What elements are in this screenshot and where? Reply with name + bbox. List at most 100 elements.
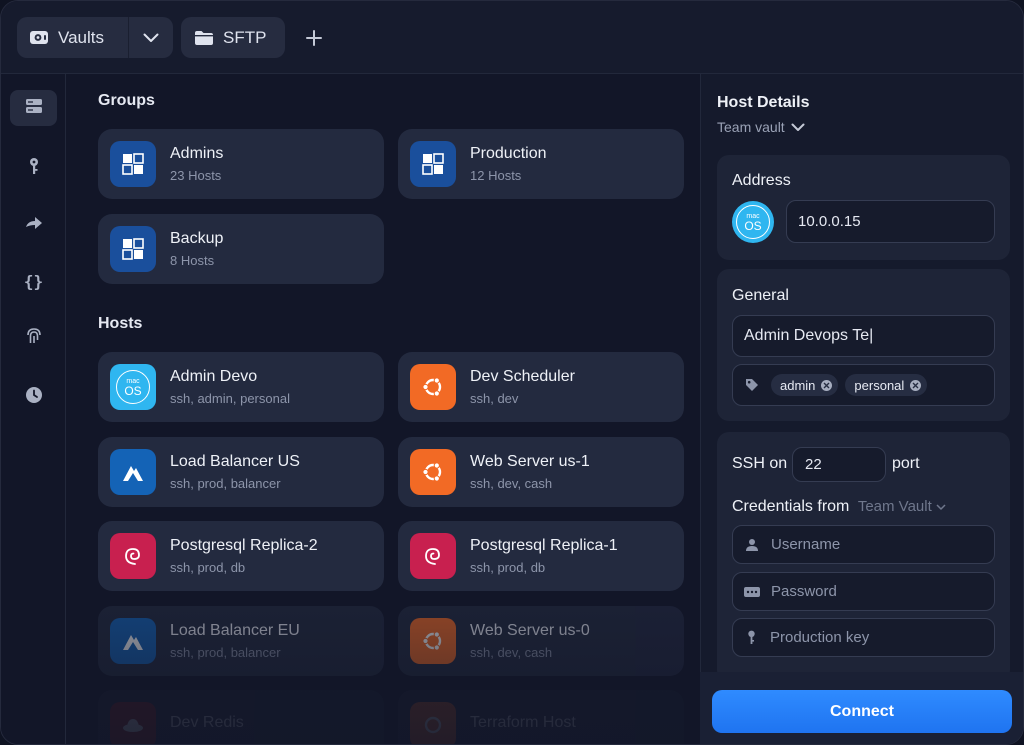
host-name: Load Balancer EU (170, 622, 300, 639)
port-input[interactable]: 22 (792, 447, 886, 482)
group-card[interactable]: Production 12 Hosts (398, 129, 684, 199)
host-card[interactable]: Dev Redis (98, 690, 384, 744)
password-input[interactable]: Password (732, 572, 995, 611)
host-card[interactable]: Dev Scheduler ssh, dev (398, 352, 684, 422)
tag-chip-label: admin (780, 377, 816, 393)
host-tags: ssh, admin, personal (170, 391, 290, 406)
host-name: Web Server us-1 (470, 453, 590, 470)
macos-icon: mac OS (110, 364, 156, 410)
key-input[interactable]: Production key (732, 618, 995, 657)
ubuntu-icon (410, 449, 456, 495)
group-count: 12 Hosts (470, 168, 522, 183)
alpine-icon (110, 618, 156, 664)
host-name: Postgresql Replica-1 (470, 537, 618, 554)
hosts-icon (25, 98, 43, 119)
vault-select[interactable]: Team vault (717, 119, 805, 135)
host-name: Terraform Host (470, 713, 576, 731)
label-value: Admin Devops Te| (744, 327, 874, 344)
group-icon (110, 141, 156, 187)
alpine-icon (110, 449, 156, 495)
port-forward-icon (25, 216, 43, 235)
user-icon (745, 538, 759, 552)
rail-known-hosts[interactable] (10, 320, 57, 356)
chevron-down-icon[interactable] (129, 17, 173, 58)
sftp-label: SFTP (223, 27, 267, 47)
host-tags: ssh, prod, balancer (170, 645, 281, 660)
host-card[interactable]: Web Server us-1 ssh, dev, cash (398, 437, 684, 507)
group-name: Production (470, 145, 547, 162)
ubuntu-icon (410, 618, 456, 664)
app-window: Vaults SFTP {} Groups Admins 23 Hosts Pr… (0, 0, 1024, 745)
vaults-button[interactable]: Vaults (17, 17, 129, 58)
host-card[interactable]: Load Balancer EU ssh, prod, balancer (98, 606, 384, 676)
ssh-on-label: SSH on (732, 455, 788, 472)
tags-input[interactable]: admin personal (732, 364, 995, 406)
key-icon (28, 157, 40, 180)
sftp-button[interactable]: SFTP (181, 17, 285, 58)
hosts-title: Hosts (98, 315, 143, 332)
close-icon[interactable] (910, 379, 922, 391)
sidebar-rail: {} (1, 74, 66, 744)
credentials-vault-label: Team Vault (857, 498, 932, 515)
address-value: 10.0.0.15 (798, 213, 861, 230)
host-card[interactable]: Web Server us-0 ssh, dev, cash (398, 606, 684, 676)
host-card[interactable]: Postgresql Replica-1 ssh, prod, db (398, 521, 684, 591)
group-name: Backup (170, 230, 224, 247)
rail-snippets[interactable]: {} (10, 263, 57, 299)
group-icon (410, 141, 456, 187)
host-name: Admin Devo (170, 368, 258, 385)
panel-title: Host Details (717, 94, 810, 111)
rail-port-forwarding[interactable] (10, 207, 57, 243)
snippets-icon: {} (23, 271, 44, 291)
chevron-down-icon (791, 123, 805, 132)
group-card[interactable]: Backup 8 Hosts (98, 214, 384, 284)
group-card[interactable]: Admins 23 Hosts (98, 129, 384, 199)
chevron-down-icon (936, 504, 946, 511)
rail-keychain[interactable] (10, 150, 57, 186)
host-card[interactable]: Terraform Host (398, 690, 684, 744)
port-label: port (892, 455, 920, 472)
port-value: 22 (805, 456, 822, 473)
label-input[interactable]: Admin Devops Te| (732, 315, 995, 357)
host-card[interactable]: Load Balancer US ssh, prod, balancer (98, 437, 384, 507)
credentials-vault-select[interactable]: Team Vault (858, 498, 946, 515)
host-card[interactable]: Postgresql Replica-2 ssh, prod, db (98, 521, 384, 591)
group-count: 8 Hosts (170, 253, 215, 268)
credentials-label: Credentials from Team Vault (732, 498, 946, 516)
macos-os-text: OS (744, 218, 762, 233)
host-tags: ssh, prod, db (170, 560, 246, 575)
top-bar: Vaults SFTP (1, 1, 1023, 74)
vaults-label: Vaults (58, 27, 104, 47)
close-icon[interactable] (821, 379, 833, 391)
general-label: General (732, 287, 789, 304)
connect-button[interactable]: Connect (712, 690, 1012, 733)
host-tags: ssh, prod, balancer (170, 476, 281, 491)
group-count: 23 Hosts (170, 168, 222, 183)
host-name: Load Balancer US (170, 453, 300, 470)
address-label: Address (732, 172, 791, 189)
general-section: General Admin Devops Te| admin personal (717, 269, 1010, 421)
vault-select-label: Team vault (717, 119, 785, 135)
groups-title: Groups (98, 92, 155, 109)
macos-icon[interactable]: mac OS (732, 201, 774, 243)
vault-icon (29, 28, 49, 48)
connect-footer: Connect (700, 672, 1023, 744)
fingerprint-icon (25, 327, 43, 350)
username-placeholder: Username (771, 536, 841, 553)
plus-icon[interactable] (303, 27, 325, 49)
tag-chip-admin[interactable]: admin (771, 374, 839, 396)
username-input[interactable]: Username (732, 525, 995, 564)
address-input[interactable]: 10.0.0.15 (786, 200, 995, 243)
host-details-panel: Host Details Team vault Address mac OS 1… (700, 74, 1023, 744)
rail-history[interactable] (10, 379, 57, 415)
tag-chip-personal[interactable]: personal (845, 374, 928, 396)
group-icon (110, 226, 156, 272)
key-icon (747, 630, 756, 645)
address-section: Address mac OS 10.0.0.15 (717, 155, 1010, 260)
tag-icon (745, 378, 759, 392)
host-card[interactable]: mac OS Admin Devo ssh, admin, personal (98, 352, 384, 422)
rail-hosts[interactable] (10, 90, 57, 126)
ubuntu-icon (410, 702, 456, 744)
key-placeholder: Production key (770, 629, 870, 646)
folder-icon (194, 30, 214, 46)
